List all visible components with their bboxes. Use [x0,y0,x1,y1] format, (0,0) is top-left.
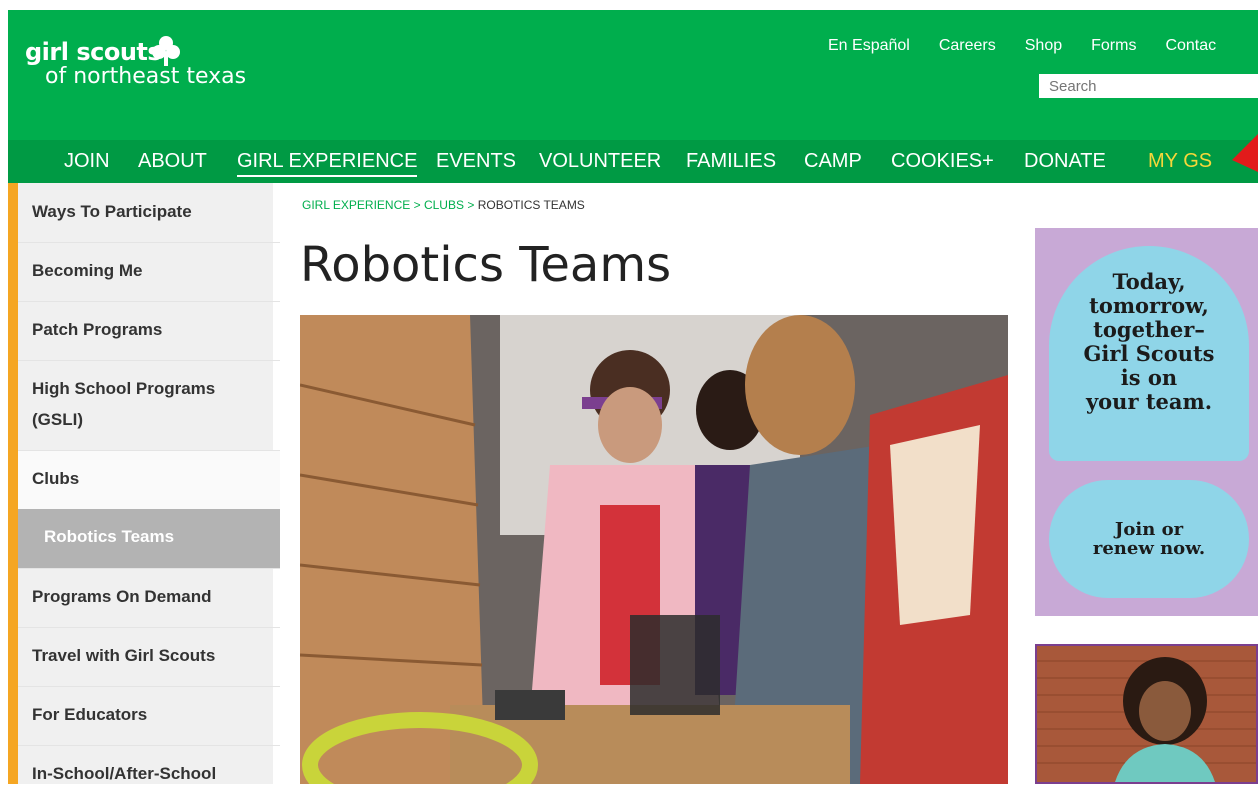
nav-girl-experience[interactable]: GIRL EXPERIENCE [237,150,418,177]
breadcrumb-current: ROBOTICS TEAMS [477,198,585,212]
utility-nav: En Español Careers Shop Forms Contac [828,37,1245,55]
divider [18,627,280,628]
nav-families[interactable]: FAMILIES [686,150,776,173]
sidebar-item-travel[interactable]: Travel with Girl Scouts [32,640,215,672]
join-renew-cta[interactable]: Join or renew now. [1049,520,1249,558]
ad-line: Today, [1112,269,1186,294]
sidebar-item-high-school-programs-gsli[interactable]: (GSLI) [32,404,83,436]
divider [18,242,280,243]
hero-photo [300,315,1008,784]
ad-cta-line: renew now. [1092,538,1206,559]
utility-link-shop[interactable]: Shop [1025,37,1062,55]
ad-line: Girl Scouts [1083,341,1215,366]
sidebar-accent-stripe [8,183,18,784]
nav-my-gs[interactable]: MY GS [1148,150,1212,173]
utility-link-careers[interactable]: Careers [939,37,996,55]
ad-line: your team. [1085,389,1213,414]
breadcrumb-separator: > [413,198,421,212]
divider [18,360,280,361]
search-input[interactable] [1039,74,1258,98]
join-ad-banner[interactable]: Today, tomorrow, together– Girl Scouts i… [1035,228,1258,616]
divider [18,301,280,302]
breadcrumb-girl-experience[interactable]: GIRL EXPERIENCE [302,198,410,212]
logo-line2: of northeast texas [45,64,247,89]
girl-photo-illustration [1037,646,1256,782]
girl-scouts-logo[interactable]: girl scouts of northeast texas [25,36,247,89]
sidebar-nav: Ways To Participate Becoming Me Patch Pr… [8,183,280,784]
nav-volunteer[interactable]: VOLUNTEER [539,150,661,173]
ad-cta-line: Join or [1114,519,1184,540]
sidebar-item-for-educators[interactable]: For Educators [32,699,147,731]
divider [18,568,280,569]
page-title: Robotics Teams [300,237,672,293]
ad-line: together– [1093,317,1205,342]
sidebar-item-clubs[interactable]: Clubs [32,463,79,495]
nav-about[interactable]: ABOUT [138,150,207,173]
breadcrumb-separator: > [467,198,475,212]
divider [18,745,280,746]
sidebar-item-robotics-teams[interactable]: Robotics Teams [18,509,280,568]
sidebar-item-programs-on-demand[interactable]: Programs On Demand [32,581,212,613]
breadcrumb: GIRL EXPERIENCE > CLUBS > ROBOTICS TEAMS [302,198,585,212]
sidebar-item-label: Robotics Teams [44,527,175,546]
nav-join[interactable]: JOIN [64,150,110,173]
trefoil-icon [152,36,180,66]
sidebar-item-ways-to-participate[interactable]: Ways To Participate [32,196,192,228]
robotics-photo-illustration [300,315,1008,784]
divider [18,686,280,687]
main-nav: JOIN ABOUT GIRL EXPERIENCE EVENTS VOLUNT… [8,140,1258,183]
red-arrow-annotation-icon [1232,134,1258,172]
nav-donate[interactable]: DONATE [1024,150,1106,173]
sidebar-item-patch-programs[interactable]: Patch Programs [32,314,162,346]
ad-line: tomorrow, [1089,293,1209,318]
utility-link-forms[interactable]: Forms [1091,37,1136,55]
divider [18,450,280,451]
nav-cookies[interactable]: COOKIES+ [891,150,994,173]
breadcrumb-clubs[interactable]: CLUBS [424,198,464,212]
utility-link-espanol[interactable]: En Español [828,37,910,55]
sidebar-item-in-school[interactable]: In-School/After-School [32,758,216,790]
utility-link-contact[interactable]: Contac [1165,37,1216,55]
girl-photo-ad[interactable] [1035,644,1258,784]
logo-line1: girl scouts [25,38,162,66]
ad-line: is on [1120,365,1178,390]
sidebar-item-high-school-programs[interactable]: High School Programs [32,373,215,405]
nav-events[interactable]: EVENTS [436,150,516,173]
sidebar-item-becoming-me[interactable]: Becoming Me [32,255,143,287]
ad-headline: Today, tomorrow, together– Girl Scouts i… [1049,270,1249,414]
site-header: girl scouts of northeast texas En Españo… [8,10,1258,140]
nav-camp[interactable]: CAMP [804,150,862,173]
